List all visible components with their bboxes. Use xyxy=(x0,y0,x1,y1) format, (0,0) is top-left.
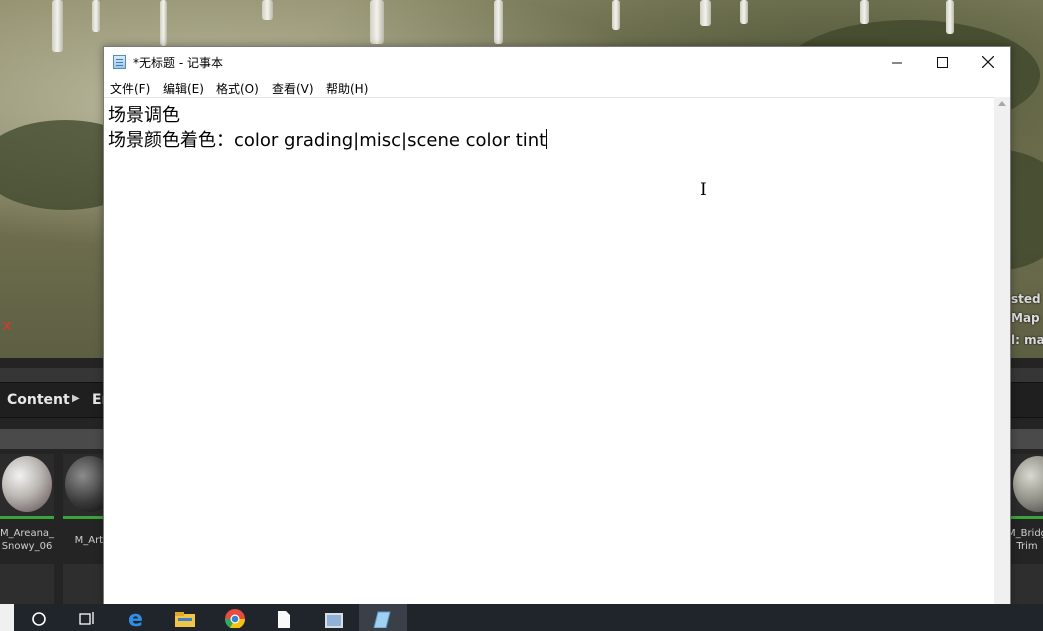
text-line-content: 场景颜色着色：color grading|misc|scene color ti… xyxy=(108,130,547,151)
tree-trunk xyxy=(860,0,869,24)
chrome-icon xyxy=(225,608,245,628)
chevron-right-icon[interactable]: ▶ xyxy=(72,393,80,404)
taskbar-document[interactable] xyxy=(260,604,308,631)
viewport-info-line: sted A xyxy=(1011,292,1043,306)
minimize-button[interactable] xyxy=(874,47,920,77)
task-view-icon xyxy=(79,611,94,625)
text-editor[interactable]: 场景调色 场景颜色着色：color grading|misc|scene col… xyxy=(104,97,996,605)
close-icon xyxy=(982,56,994,68)
minimize-icon xyxy=(891,62,902,63)
notepad-icon xyxy=(113,55,126,69)
taskbar-chrome[interactable] xyxy=(211,604,259,631)
material-sphere xyxy=(2,456,52,512)
taskbar-notepad[interactable] xyxy=(359,604,407,631)
text-line: 场景调色 xyxy=(108,105,180,126)
tree-trunk xyxy=(370,0,384,44)
tree-trunk xyxy=(262,0,273,20)
asset-thumbnail[interactable] xyxy=(1011,564,1043,604)
notepad-window: *无标题 - 记事本 文件(F) 编辑(E) 格式(O) 查看(V) 帮助(H)… xyxy=(103,46,1011,605)
search-button[interactable] xyxy=(15,604,63,631)
axis-marker: x xyxy=(3,318,12,334)
edge-icon: e xyxy=(128,609,143,627)
tree-trunk xyxy=(160,0,167,46)
menu-edit[interactable]: 编辑(E) xyxy=(163,80,204,97)
material-sphere xyxy=(1013,456,1043,512)
close-button[interactable] xyxy=(965,47,1011,77)
menu-help[interactable]: 帮助(H) xyxy=(326,80,368,97)
taskbar-file-explorer[interactable] xyxy=(161,604,209,631)
task-view-button[interactable] xyxy=(63,604,111,631)
maximize-button[interactable] xyxy=(919,47,965,77)
notepad-icon xyxy=(373,611,391,628)
taskbar: e xyxy=(0,604,1043,631)
window-title: *无标题 - 记事本 xyxy=(133,56,223,70)
ibeam-cursor-icon: I xyxy=(700,180,707,200)
tree-trunk xyxy=(494,0,503,44)
tree-trunk xyxy=(946,0,954,34)
svg-text:e: e xyxy=(128,609,143,627)
tree-trunk xyxy=(92,0,100,32)
scroll-up-arrow-icon[interactable] xyxy=(998,101,1006,106)
tree-trunk xyxy=(612,0,620,30)
tree-trunk xyxy=(740,0,748,24)
search-icon xyxy=(32,611,46,626)
text-caret xyxy=(546,129,548,149)
vertical-scrollbar[interactable] xyxy=(994,97,1010,604)
viewport-info-line: l: mai xyxy=(1011,333,1043,347)
text-line: 场景颜色着色：color grading|misc|scene color ti… xyxy=(108,126,548,152)
breadcrumb-content[interactable]: Content xyxy=(7,392,70,408)
menu-view[interactable]: 查看(V) xyxy=(272,80,314,97)
asset-thumbnail[interactable] xyxy=(0,564,54,604)
asset-thumbnail[interactable] xyxy=(0,454,54,519)
tree-trunk xyxy=(700,0,711,26)
menu-format[interactable]: 格式(O) xyxy=(216,80,259,97)
taskbar-image-viewer[interactable] xyxy=(310,604,358,631)
image-viewer-icon xyxy=(325,612,343,628)
taskbar-edge[interactable]: e xyxy=(113,604,161,631)
menu-file[interactable]: 文件(F) xyxy=(110,80,150,97)
file-explorer-icon xyxy=(175,611,195,627)
start-button[interactable] xyxy=(0,604,14,631)
asset-thumbnail[interactable] xyxy=(1011,454,1043,519)
document-icon xyxy=(278,610,290,628)
title-bar[interactable]: *无标题 - 记事本 xyxy=(104,47,1010,77)
viewport-info-line: Map ( xyxy=(1011,311,1043,325)
asset-label: M_Areana_ Snowy_06 xyxy=(0,528,55,552)
menu-bar: 文件(F) 编辑(E) 格式(O) 查看(V) 帮助(H) xyxy=(104,77,1010,97)
tree-trunk xyxy=(52,0,63,52)
maximize-icon xyxy=(936,56,948,68)
